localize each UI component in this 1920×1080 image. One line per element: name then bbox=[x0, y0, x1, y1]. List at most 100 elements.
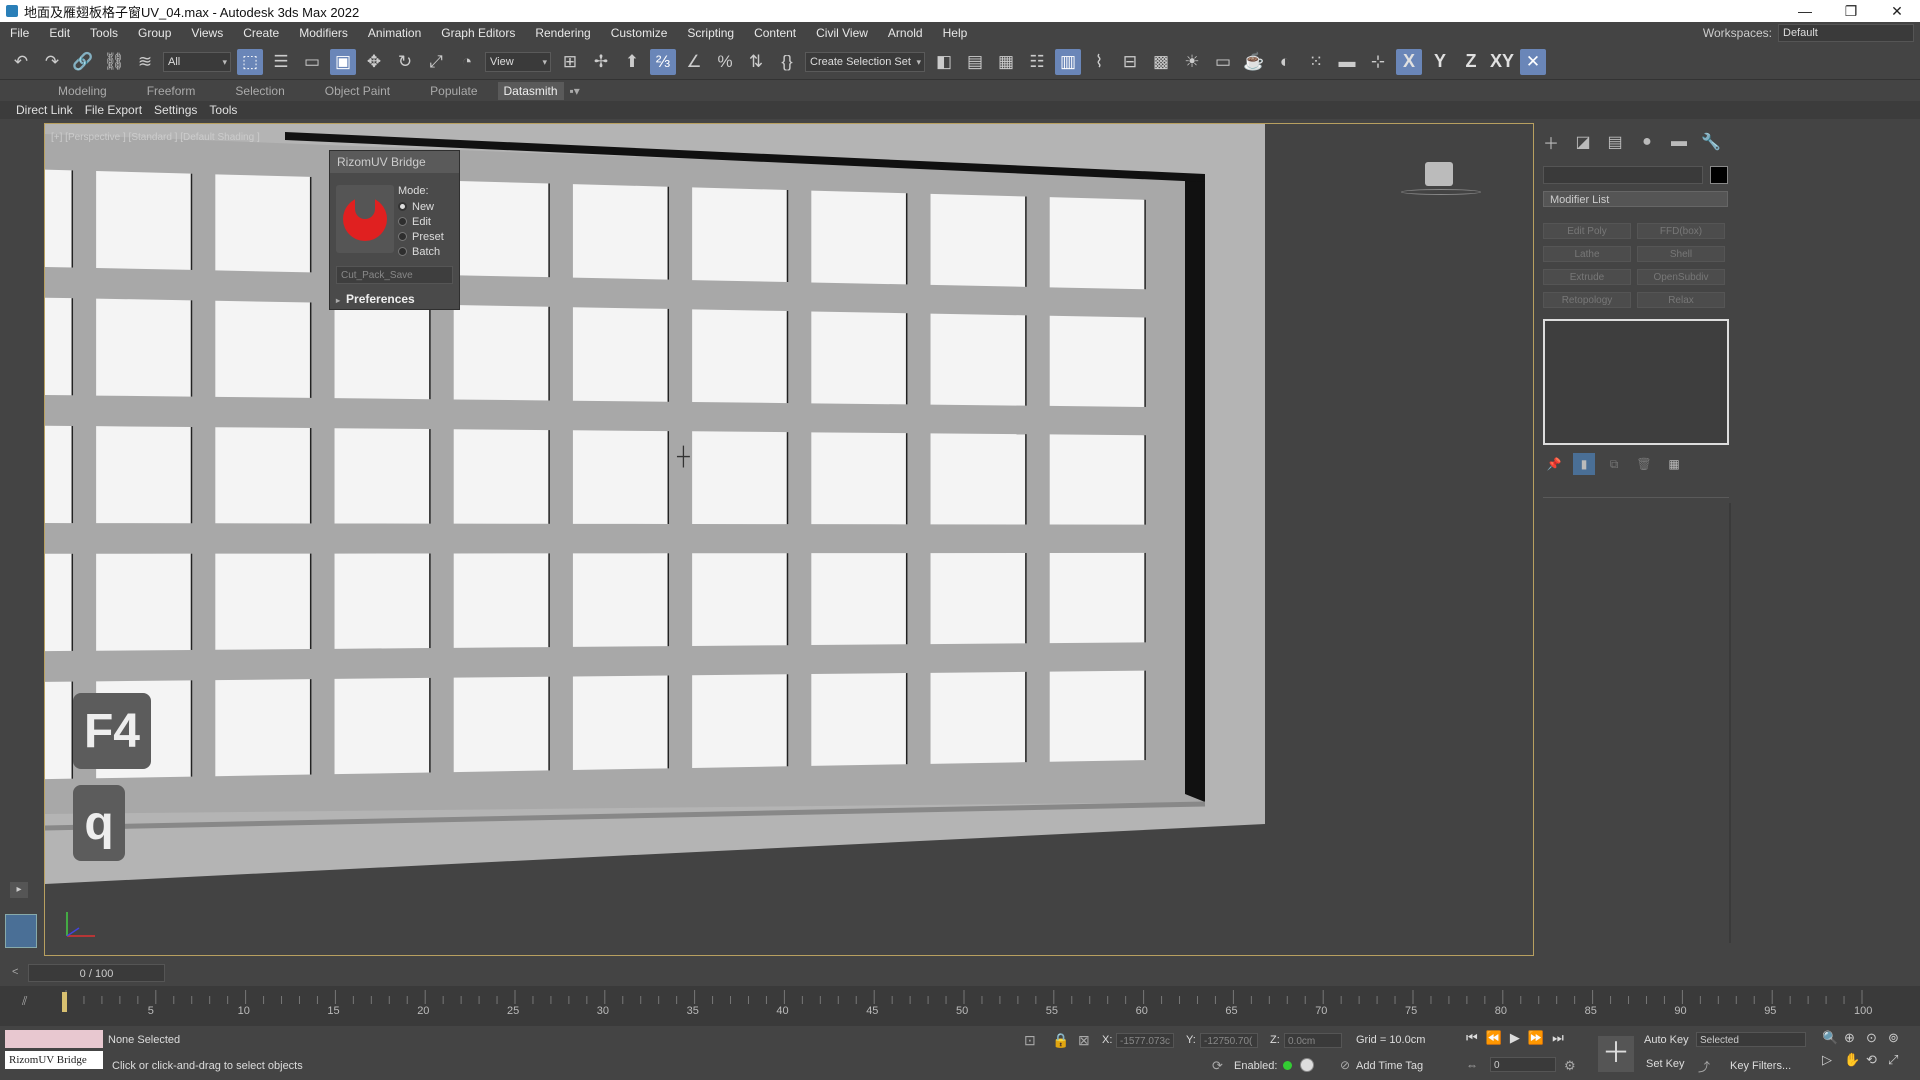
rizomuv-bridge-title[interactable]: RizomUV Bridge bbox=[330, 151, 459, 173]
remove-modifier-icon[interactable]: 🗑 bbox=[1633, 453, 1655, 475]
add-time-tag-button[interactable]: Add Time Tag bbox=[1356, 1060, 1423, 1072]
menu-customize[interactable]: Customize bbox=[601, 26, 678, 40]
next-key-icon[interactable]: ⏩ bbox=[1528, 1030, 1544, 1046]
menu-content[interactable]: Content bbox=[744, 26, 806, 40]
orbit-icon[interactable]: ⟲ bbox=[1866, 1052, 1888, 1068]
workspaces-dropdown[interactable]: Default bbox=[1778, 24, 1914, 42]
menu-edit[interactable]: Edit bbox=[39, 26, 80, 40]
layer-explorer-icon[interactable]: ▦ bbox=[993, 49, 1019, 75]
menu-help[interactable]: Help bbox=[933, 26, 978, 40]
prev-key-icon[interactable]: ⏪ bbox=[1486, 1030, 1502, 1046]
menu-file[interactable]: File bbox=[0, 26, 39, 40]
track-bar[interactable]: ⫽ 5 10 15 20 25 30 35 40 45 50 55 60 65 70 75 80 85 90 95 1… bbox=[0, 986, 1920, 1026]
prev-frame-icon[interactable]: < bbox=[12, 966, 18, 978]
named-selection-dropdown[interactable]: Create Selection Set bbox=[805, 51, 925, 72]
angle-snap-icon[interactable]: ∠ bbox=[681, 49, 707, 75]
axis-y-button[interactable]: Y bbox=[1427, 49, 1453, 75]
tab-object-paint[interactable]: Object Paint bbox=[305, 82, 410, 100]
display-tab-icon[interactable]: ▬ bbox=[1668, 131, 1690, 153]
modifier-button-retopology[interactable]: Retopology bbox=[1543, 292, 1631, 308]
modifier-button-opensubdiv[interactable]: OpenSubdiv bbox=[1637, 269, 1725, 285]
scale-icon[interactable]: ⤢ bbox=[423, 49, 449, 75]
current-frame-field[interactable]: 0 bbox=[1490, 1057, 1556, 1072]
maximize-viewport-icon[interactable]: ⤢ bbox=[1888, 1052, 1910, 1068]
configure-sets-icon[interactable]: ▦ bbox=[1663, 453, 1685, 475]
modifier-button-relax[interactable]: Relax bbox=[1637, 292, 1725, 308]
key-filters-button[interactable]: Key Filters... bbox=[1730, 1060, 1791, 1072]
selection-lock-toggle-icon[interactable]: 🔒 bbox=[1052, 1032, 1069, 1049]
play-icon[interactable]: ▶ bbox=[1510, 1030, 1520, 1046]
mirror-icon[interactable]: ◧ bbox=[931, 49, 957, 75]
menu-animation[interactable]: Animation bbox=[358, 26, 431, 40]
time-cursor[interactable] bbox=[62, 992, 67, 1012]
tab-selection[interactable]: Selection bbox=[215, 82, 304, 100]
selection-filter-dropdown[interactable]: All bbox=[163, 51, 231, 72]
rotate-icon[interactable]: ↻ bbox=[392, 49, 418, 75]
panel-scrollbar[interactable] bbox=[1729, 503, 1731, 943]
direct-link-button[interactable]: Direct Link bbox=[16, 103, 73, 117]
y-coordinate-field[interactable]: -12750.70( bbox=[1200, 1033, 1258, 1048]
time-tag-toggle[interactable] bbox=[1300, 1058, 1314, 1072]
minimize-button[interactable]: — bbox=[1782, 3, 1828, 19]
modifier-button-shell[interactable]: Shell bbox=[1637, 246, 1725, 262]
motion-tab-icon[interactable]: ● bbox=[1636, 131, 1658, 153]
zoom-extents-all-icon[interactable]: ⊚ bbox=[1888, 1030, 1910, 1046]
bind-spacewarp-icon[interactable]: ≋ bbox=[132, 49, 158, 75]
modifier-button-edit-poly[interactable]: Edit Poly bbox=[1543, 223, 1631, 239]
auto-key-button[interactable]: Auto Key bbox=[1644, 1034, 1689, 1046]
edit-named-sets-icon[interactable]: {} bbox=[774, 49, 800, 75]
perspective-viewport[interactable]: [+] [Perspective ] [Standard ] [Default … bbox=[44, 123, 1534, 956]
settings-button[interactable]: Settings bbox=[154, 103, 197, 117]
mode-radio-new[interactable]: New bbox=[398, 199, 458, 214]
object-color-swatch[interactable] bbox=[1710, 166, 1728, 184]
menu-tools[interactable]: Tools bbox=[80, 26, 128, 40]
pivot-center-icon[interactable]: ⊞ bbox=[557, 49, 583, 75]
set-key-button[interactable]: Set Key bbox=[1646, 1058, 1685, 1070]
go-to-start-icon[interactable]: ⏮ bbox=[1466, 1030, 1478, 1046]
tab-modeling[interactable]: Modeling bbox=[38, 82, 127, 100]
window-crossing-icon[interactable]: ▣ bbox=[330, 48, 356, 75]
tools-button[interactable]: Tools bbox=[209, 103, 237, 117]
mode-radio-edit[interactable]: Edit bbox=[398, 214, 458, 229]
modify-tab-icon[interactable]: ◪ bbox=[1572, 131, 1594, 153]
modifier-button-extrude[interactable]: Extrude bbox=[1543, 269, 1631, 285]
place-icon[interactable]: ◔ bbox=[454, 49, 480, 75]
key-tangent-icon[interactable]: ⤴ bbox=[1698, 1058, 1710, 1075]
key-mode-icon[interactable]: ⚙ bbox=[1564, 1058, 1576, 1074]
reference-coord-dropdown[interactable]: View bbox=[485, 51, 551, 72]
z-coordinate-field[interactable]: 0.0cm bbox=[1284, 1033, 1342, 1048]
menu-views[interactable]: Views bbox=[181, 26, 233, 40]
menu-scripting[interactable]: Scripting bbox=[677, 26, 744, 40]
select-object-icon[interactable]: ⬚ bbox=[237, 48, 263, 75]
menu-arnold[interactable]: Arnold bbox=[878, 26, 933, 40]
viewcube[interactable] bbox=[1425, 162, 1453, 186]
snaps-toggle-icon[interactable]: ⅔ bbox=[650, 48, 676, 75]
tab-populate[interactable]: Populate bbox=[410, 82, 497, 100]
key-set-dropdown[interactable]: Selected bbox=[1696, 1032, 1806, 1047]
rect-selection-icon[interactable]: ▭ bbox=[299, 49, 325, 75]
isolate-icon[interactable]: ⊡ bbox=[1024, 1032, 1036, 1049]
move-icon[interactable]: ✥ bbox=[361, 49, 387, 75]
viewport-label[interactable]: [+] [Perspective ] [Standard ] [Default … bbox=[51, 132, 260, 143]
viewport-layout-thumbnail[interactable] bbox=[5, 914, 37, 948]
field-of-view-icon[interactable]: ▷ bbox=[1822, 1052, 1844, 1068]
axis-z-button[interactable]: Z bbox=[1458, 49, 1484, 75]
undo-icon[interactable]: ↶ bbox=[8, 49, 34, 75]
show-end-result-icon[interactable]: ▮ bbox=[1573, 453, 1595, 475]
spinner-snap-icon[interactable]: ⇅ bbox=[743, 49, 769, 75]
zoom-all-icon[interactable]: ⊕ bbox=[1844, 1030, 1866, 1046]
keyboard-shortcut-icon[interactable]: ⬆ bbox=[619, 49, 645, 75]
zoom-icon[interactable]: 🔍 bbox=[1822, 1030, 1844, 1046]
mode-radio-preset[interactable]: Preset bbox=[398, 229, 458, 244]
utilities-tab-icon[interactable]: 🔧 bbox=[1700, 131, 1722, 153]
restore-button[interactable]: ❐ bbox=[1828, 3, 1874, 20]
rizomuv-logo-icon[interactable] bbox=[336, 185, 394, 253]
menu-graph-editors[interactable]: Graph Editors bbox=[431, 26, 525, 40]
close-button[interactable]: ✕ bbox=[1874, 3, 1920, 20]
absolute-mode-icon[interactable]: ⊠ bbox=[1078, 1032, 1090, 1049]
unlink-icon[interactable]: ⛓ bbox=[101, 49, 127, 75]
time-slider[interactable]: 0 / 100 bbox=[28, 964, 165, 982]
script-label[interactable]: RizomUV Bridge bbox=[5, 1051, 103, 1069]
select-manipulate-icon[interactable]: ✢ bbox=[588, 49, 614, 75]
modifier-button-ffd-box[interactable]: FFD(box) bbox=[1637, 223, 1725, 239]
